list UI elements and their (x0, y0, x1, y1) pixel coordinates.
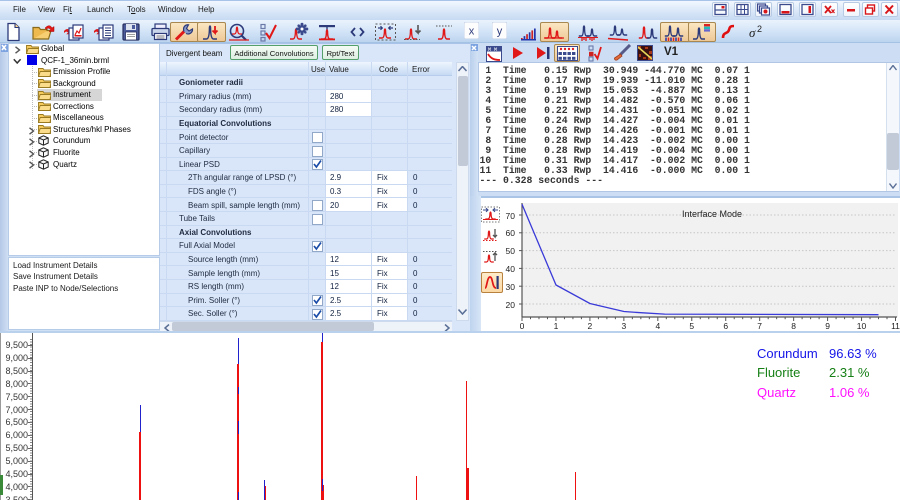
svg-text:M M: M M (488, 47, 497, 53)
svg-text:2: 2 (757, 24, 762, 34)
svg-text:x: x (469, 26, 475, 38)
svg-text:y: y (497, 26, 503, 38)
svg-text:σ: σ (749, 25, 756, 40)
